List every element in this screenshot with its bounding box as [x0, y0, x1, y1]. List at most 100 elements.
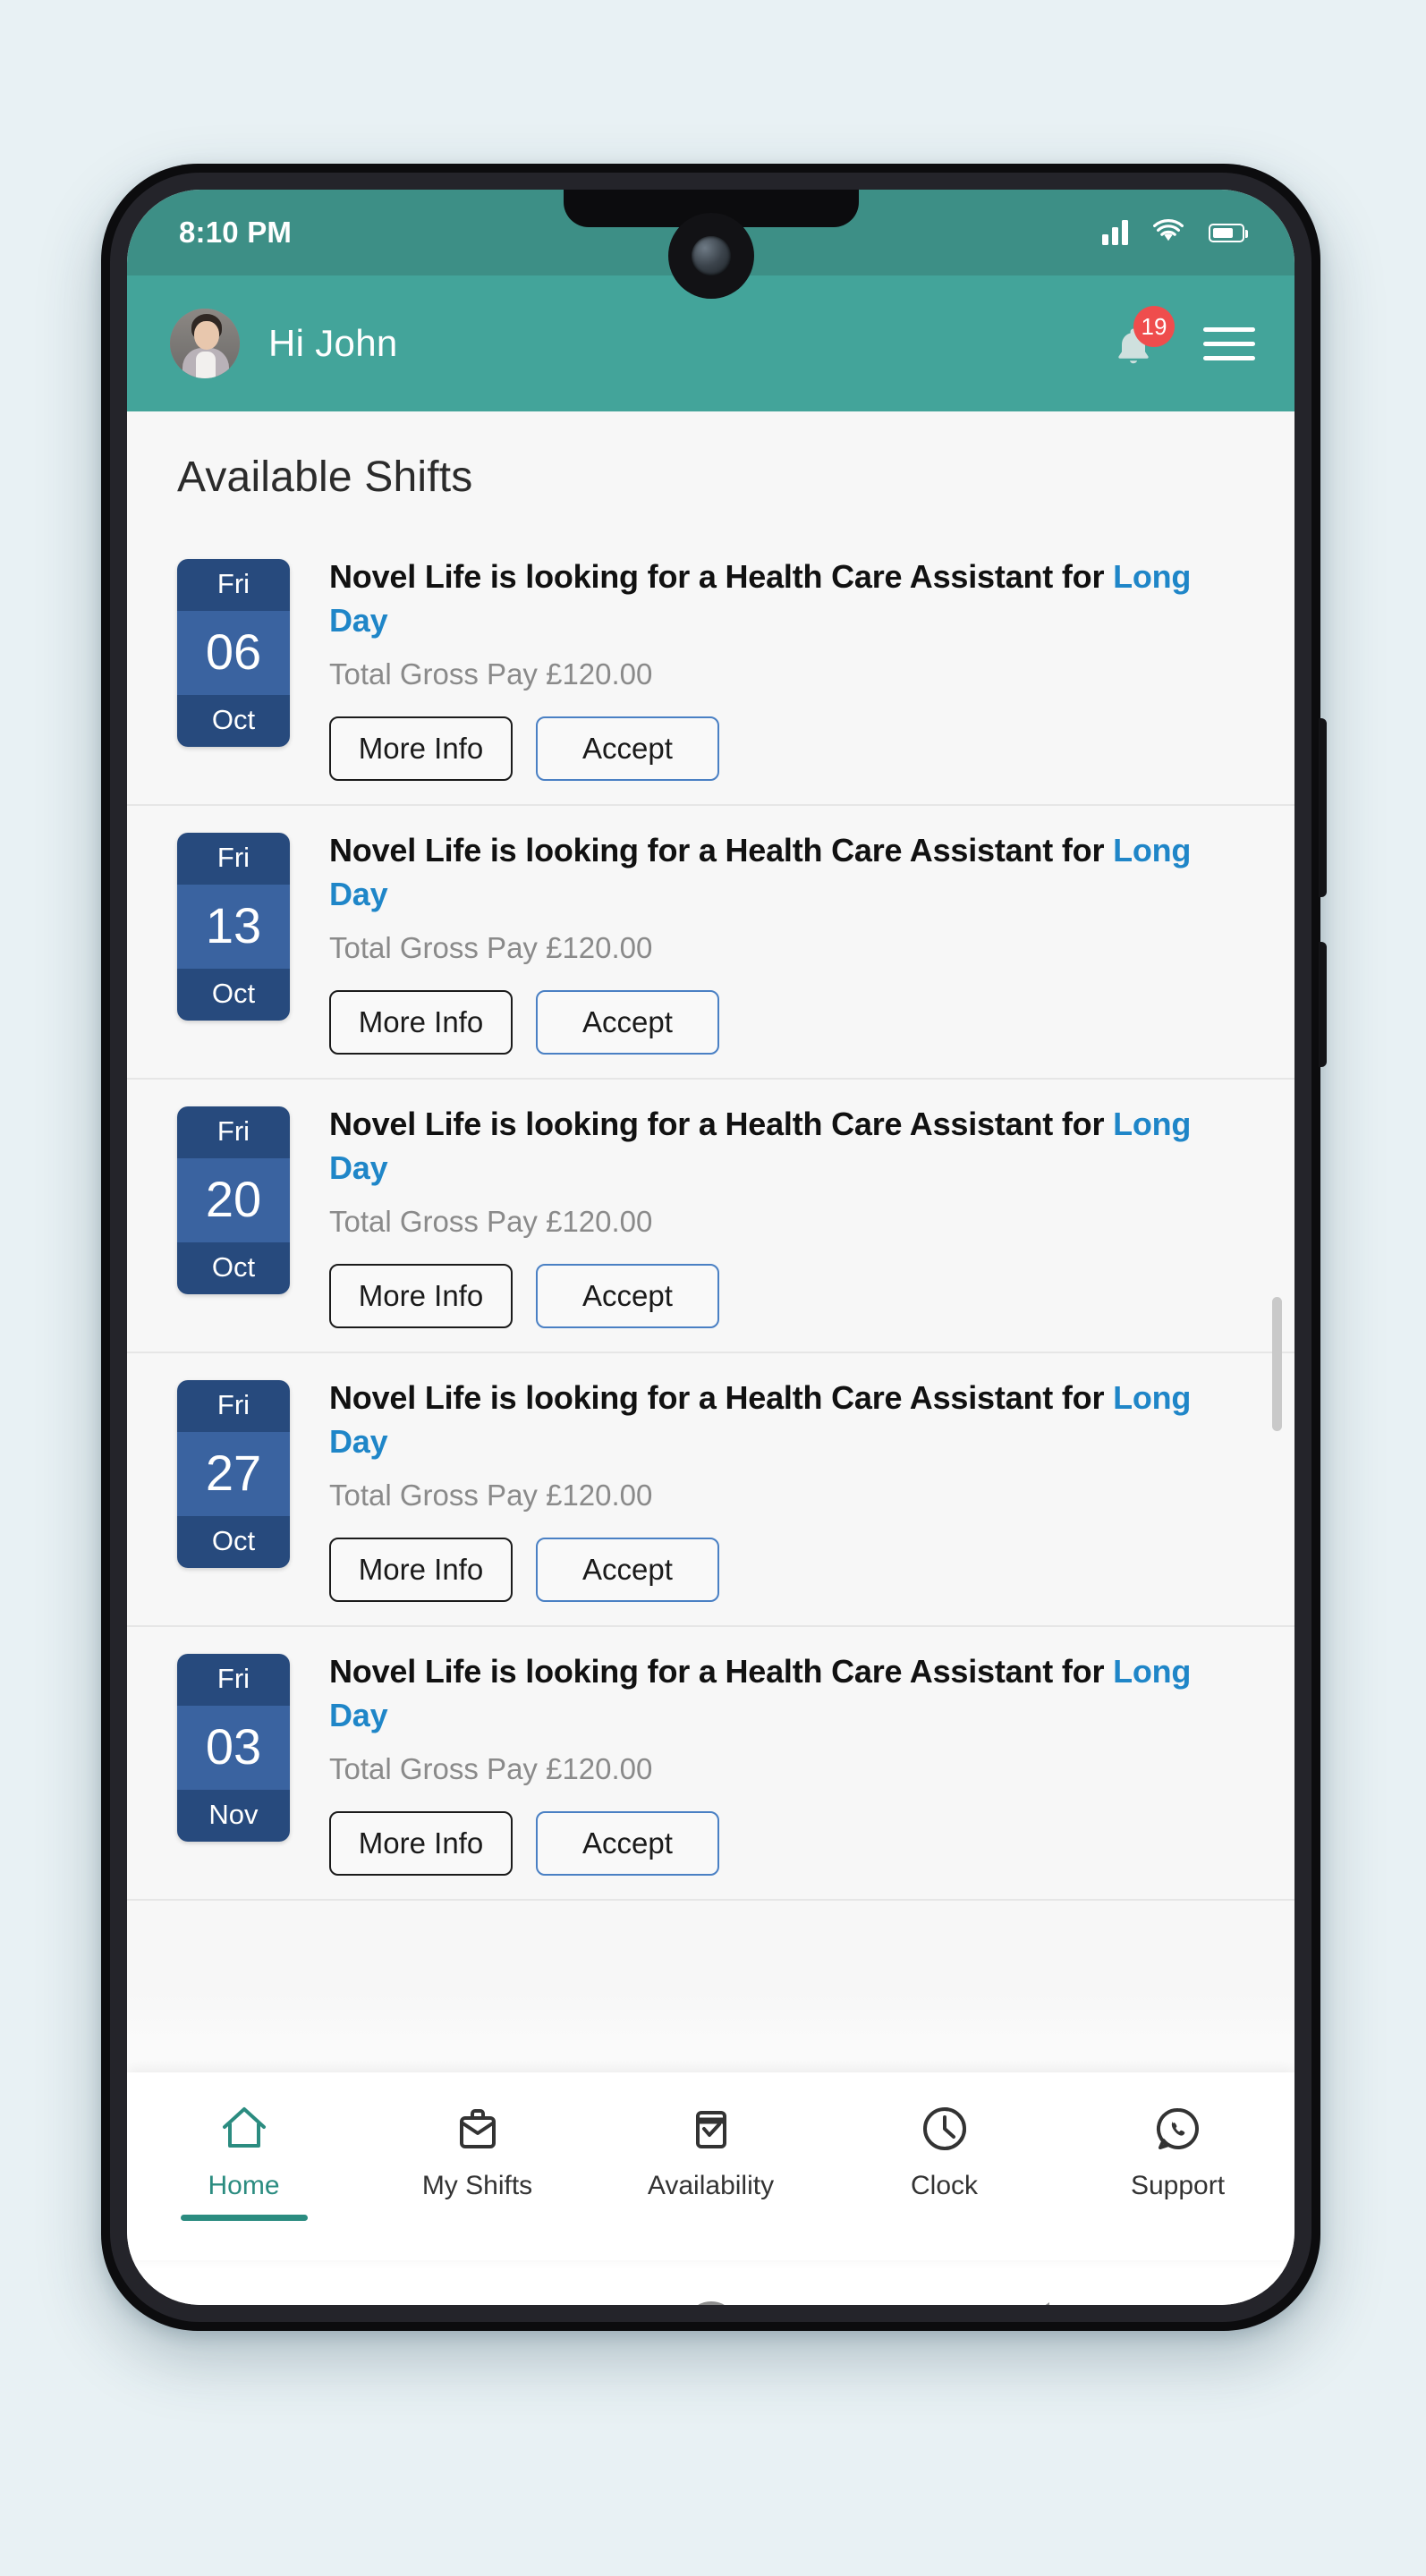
date-chip-month: Oct	[177, 1515, 290, 1568]
nav-item-support[interactable]: Support	[1061, 2092, 1294, 2201]
bottom-navigation: Home My Shifts Availability Clock Suppor…	[127, 2072, 1294, 2260]
phone-device: 8:10 PM Hi John 19 Available Shifts Fri …	[101, 164, 1327, 2331]
battery-icon	[1209, 223, 1249, 242]
scrollbar-thumb[interactable]	[1272, 1297, 1282, 1431]
clock-icon	[917, 2099, 972, 2158]
more-info-button[interactable]: More Info	[329, 716, 513, 781]
date-chip-month: Oct	[177, 968, 290, 1021]
date-chip-day: 13	[177, 884, 290, 969]
shift-title: Novel Life is looking for a Health Care …	[329, 555, 1252, 643]
avatar[interactable]	[170, 309, 240, 378]
notification-badge: 19	[1133, 306, 1175, 347]
shift-body: Novel Life is looking for a Health Care …	[329, 555, 1252, 781]
nav-label-clock: Clock	[910, 2171, 978, 2200]
accept-button[interactable]: Accept	[536, 1537, 719, 1602]
nav-item-home[interactable]: Home	[127, 2092, 361, 2221]
shift-body: Novel Life is looking for a Health Care …	[329, 829, 1252, 1055]
front-camera	[667, 213, 754, 299]
status-time: 8:10 PM	[179, 216, 293, 249]
date-chip-month: Nov	[177, 1789, 290, 1842]
android-system-nav	[127, 2260, 1294, 2305]
shift-title-prefix: Novel Life is looking for a Health Care …	[329, 1652, 1114, 1690]
header-actions: 19	[1108, 306, 1255, 372]
shift-title-prefix: Novel Life is looking for a Health Care …	[329, 558, 1114, 595]
power-button[interactable]	[1319, 718, 1327, 897]
shift-title-prefix: Novel Life is looking for a Health Care …	[329, 1378, 1114, 1416]
shift-title: Novel Life is looking for a Health Care …	[329, 1377, 1252, 1464]
date-chip: Fri 27 Oct	[177, 1379, 290, 1568]
more-info-button[interactable]: More Info	[329, 1263, 513, 1328]
more-info-button[interactable]: More Info	[329, 989, 513, 1055]
whatsapp-phone-icon	[1150, 2099, 1206, 2158]
shift-pay: Total Gross Pay £120.00	[329, 930, 653, 964]
shift-body: Novel Life is looking for a Health Care …	[329, 1377, 1252, 1602]
accept-button[interactable]: Accept	[536, 1810, 719, 1876]
nav-item-availability[interactable]: Availability	[594, 2092, 828, 2201]
camera-lens-icon	[691, 236, 731, 275]
shift-actions: More Info Accept	[329, 1810, 1252, 1876]
more-info-button[interactable]: More Info	[329, 1537, 513, 1602]
shift-actions: More Info Accept	[329, 1537, 1252, 1602]
nav-label-home: Home	[208, 2171, 280, 2200]
nav-item-my-shifts[interactable]: My Shifts	[361, 2092, 594, 2201]
shift-pay: Total Gross Pay £120.00	[329, 657, 653, 691]
shift-title: Novel Life is looking for a Health Care …	[329, 829, 1252, 917]
date-chip: Fri 20 Oct	[177, 1106, 290, 1294]
date-chip-month: Oct	[177, 1241, 290, 1294]
volume-button[interactable]	[1319, 942, 1327, 1067]
shift-pay: Total Gross Pay £120.00	[329, 1751, 653, 1785]
shift-actions: More Info Accept	[329, 989, 1252, 1055]
nav-item-clock[interactable]: Clock	[828, 2092, 1061, 2201]
shift-title: Novel Life is looking for a Health Care …	[329, 1650, 1252, 1738]
hamburger-menu-icon[interactable]	[1203, 326, 1255, 360]
date-chip: Fri 03 Nov	[177, 1653, 290, 1842]
home-icon	[216, 2099, 272, 2158]
shift-title-prefix: Novel Life is looking for a Health Care …	[329, 831, 1114, 869]
shift-title: Novel Life is looking for a Health Care …	[329, 1103, 1252, 1191]
shift-card[interactable]: Fri 20 Oct Novel Life is looking for a H…	[127, 1079, 1294, 1353]
accept-button[interactable]: Accept	[536, 989, 719, 1055]
date-chip-dow: Fri	[177, 1379, 290, 1432]
date-chip-month: Oct	[177, 695, 290, 747]
shift-card[interactable]: Fri 03 Nov Novel Life is looking for a H…	[127, 1626, 1294, 1901]
date-chip-dow: Fri	[177, 1653, 290, 1706]
date-chip-dow: Fri	[177, 832, 290, 885]
date-chip: Fri 06 Oct	[177, 559, 290, 747]
shift-list-container[interactable]: Available Shifts Fri 06 Oct Novel Life i…	[127, 411, 1294, 2072]
nav-label-my-shifts: My Shifts	[421, 2171, 533, 2200]
briefcase-icon	[450, 2099, 505, 2158]
calendar-check-icon	[683, 2099, 739, 2158]
shift-card[interactable]: Fri 27 Oct Novel Life is looking for a H…	[127, 1352, 1294, 1627]
notifications-button[interactable]: 19	[1108, 306, 1175, 372]
date-chip-dow: Fri	[177, 1106, 290, 1158]
shift-body: Novel Life is looking for a Health Care …	[329, 1103, 1252, 1328]
shift-actions: More Info Accept	[329, 716, 1252, 781]
date-chip-day: 03	[177, 1705, 290, 1790]
list-fade-overlay	[127, 1992, 1294, 2072]
shift-body: Novel Life is looking for a Health Care …	[329, 1650, 1252, 1876]
accept-button[interactable]: Accept	[536, 716, 719, 781]
accept-button[interactable]: Accept	[536, 1263, 719, 1328]
shift-card[interactable]: Fri 13 Oct Novel Life is looking for a H…	[127, 805, 1294, 1080]
nav-active-indicator	[180, 2215, 308, 2221]
triangle-back-button[interactable]	[1013, 2302, 1049, 2305]
status-icons	[1102, 218, 1249, 247]
page-title: Available Shifts	[177, 453, 473, 501]
greeting-text: Hi John	[268, 322, 398, 364]
circle-home-button[interactable]	[684, 2301, 737, 2305]
date-chip-day: 20	[177, 1157, 290, 1242]
signal-icon	[1102, 220, 1128, 245]
shift-pay: Total Gross Pay £120.00	[329, 1204, 653, 1238]
phone-screen: 8:10 PM Hi John 19 Available Shifts Fri …	[127, 190, 1294, 2305]
date-chip-day: 06	[177, 611, 290, 695]
shift-actions: More Info Accept	[329, 1263, 1252, 1328]
shift-pay: Total Gross Pay £120.00	[329, 1478, 653, 1512]
shift-title-prefix: Novel Life is looking for a Health Care …	[329, 1105, 1114, 1142]
date-chip: Fri 13 Oct	[177, 832, 290, 1021]
date-chip-day: 27	[177, 1431, 290, 1516]
nav-label-availability: Availability	[647, 2171, 775, 2200]
shift-card[interactable]: Fri 06 Oct Novel Life is looking for a H…	[127, 532, 1294, 806]
nav-label-support: Support	[1130, 2171, 1226, 2200]
wifi-icon	[1153, 218, 1184, 247]
more-info-button[interactable]: More Info	[329, 1810, 513, 1876]
